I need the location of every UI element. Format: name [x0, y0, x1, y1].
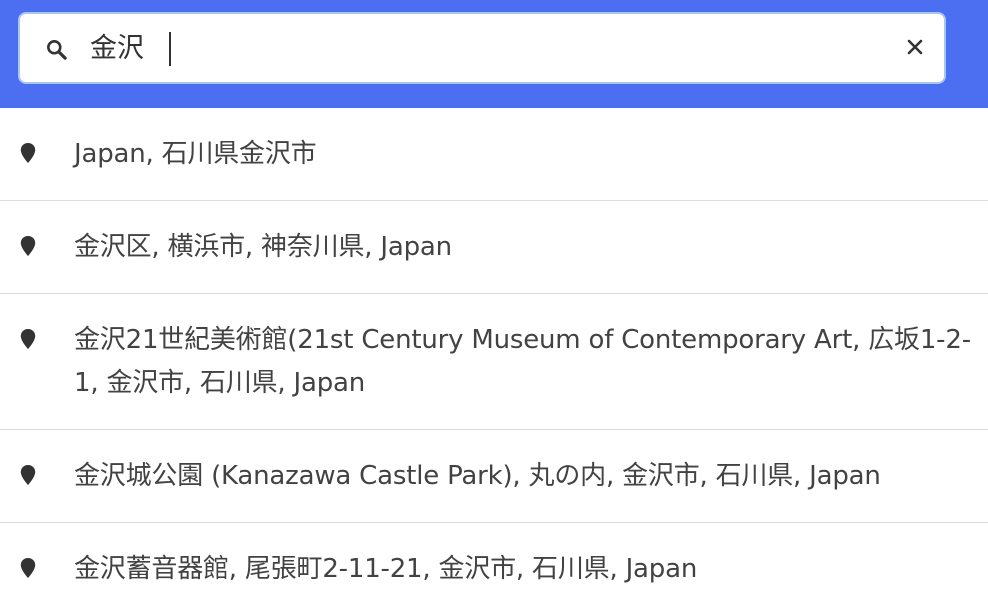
- map-pin-icon: [19, 235, 37, 257]
- search-input[interactable]: 金沢: [90, 24, 870, 72]
- search-result-item[interactable]: 金沢21世紀美術館(21st Century Museum of Contemp…: [0, 294, 988, 430]
- map-pin-icon: [19, 557, 37, 579]
- search-result-item[interactable]: 金沢蓄音器館, 尾張町2-11-21, 金沢市, 石川県, Japan: [0, 523, 988, 615]
- search-box[interactable]: 金沢: [18, 12, 946, 84]
- result-label: Japan, 石川県金沢市: [74, 139, 317, 169]
- text-cursor: [169, 32, 171, 66]
- search-header: 金沢: [0, 0, 988, 108]
- result-label: 金沢蓄音器館, 尾張町2-11-21, 金沢市, 石川県, Japan: [74, 554, 698, 584]
- search-result-item[interactable]: Japan, 石川県金沢市: [0, 108, 988, 201]
- result-label: 金沢城公園 (Kanazawa Castle Park), 丸の内, 金沢市, …: [74, 461, 881, 491]
- close-icon: [907, 39, 923, 59]
- search-results-list: Japan, 石川県金沢市 金沢区, 横浜市, 神奈川県, Japan 金沢21…: [0, 108, 988, 615]
- search-icon: [44, 37, 70, 63]
- result-label: 金沢21世紀美術館(21st Century Museum of Contemp…: [74, 325, 971, 398]
- map-pin-icon: [19, 328, 37, 350]
- search-result-item[interactable]: 金沢区, 横浜市, 神奈川県, Japan: [0, 201, 988, 294]
- map-pin-icon: [19, 464, 37, 486]
- clear-search-button[interactable]: [900, 34, 930, 64]
- map-pin-icon: [19, 142, 37, 164]
- result-label: 金沢区, 横浜市, 神奈川県, Japan: [74, 232, 452, 262]
- search-result-item[interactable]: 金沢城公園 (Kanazawa Castle Park), 丸の内, 金沢市, …: [0, 430, 988, 523]
